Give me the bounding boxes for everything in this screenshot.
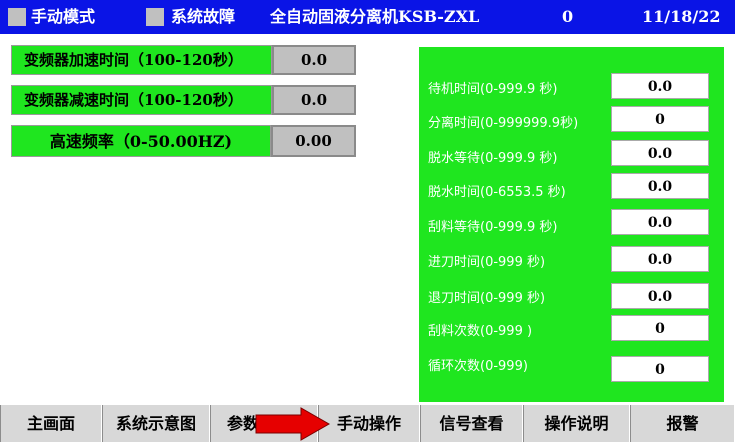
- nav-manual-button[interactable]: 手动操作: [318, 405, 420, 442]
- separation-time-input[interactable]: 0: [611, 106, 709, 132]
- accel-time-value[interactable]: 0.0: [272, 45, 356, 75]
- scrape-wait-input[interactable]: 0.0: [611, 209, 709, 235]
- standby-time-label: 待机时间(0-999.9 秒): [428, 82, 558, 97]
- scrape-count-input[interactable]: 0: [611, 315, 709, 341]
- date-display: 11/18/22: [642, 7, 721, 26]
- feed-time-label: 进刀时间(0-999 秒): [428, 255, 546, 270]
- decel-time-value[interactable]: 0.0: [272, 85, 356, 115]
- scrape-wait-label: 刮料等待(0-999.9 秒): [428, 220, 558, 235]
- dewater-time-input[interactable]: 0.0: [611, 173, 709, 199]
- dewater-wait-label: 脱水等待(0-999.9 秒): [428, 151, 558, 166]
- nav-manual-doc-button[interactable]: 操作说明: [523, 405, 630, 442]
- nav-alarm-button[interactable]: 报警: [630, 405, 735, 442]
- manual-mode-label: 手动模式: [31, 7, 96, 26]
- accel-time-label: 变频器加速时间（100-120秒）: [11, 45, 272, 75]
- red-arrow-icon: [255, 407, 330, 441]
- cycle-count-label: 循环次数(0-999): [428, 359, 528, 374]
- system-fault-label: 系统故障: [171, 7, 236, 26]
- dewater-wait-input[interactable]: 0.0: [611, 140, 709, 166]
- high-speed-freq-label: 高速频率（0-50.00HZ): [11, 125, 271, 157]
- retract-time-label: 退刀时间(0-999 秒): [428, 291, 546, 306]
- system-fault-indicator: [146, 8, 164, 26]
- machine-title: 全自动固液分离机KSB-ZXL: [270, 7, 480, 26]
- high-speed-freq-value[interactable]: 0.00: [271, 125, 356, 157]
- feed-time-input[interactable]: 0.0: [611, 246, 709, 272]
- decel-time-label: 变频器减速时间（100-120秒）: [11, 85, 272, 115]
- nav-main-button[interactable]: 主画面: [0, 405, 102, 442]
- retract-time-input[interactable]: 0.0: [611, 283, 709, 309]
- standby-time-input[interactable]: 0.0: [611, 73, 709, 99]
- cycle-count-input[interactable]: 0: [611, 356, 709, 382]
- manual-mode-indicator: [8, 8, 26, 26]
- dewater-time-label: 脱水时间(0-6553.5 秒): [428, 185, 566, 200]
- nav-diagram-button[interactable]: 系统示意图: [102, 405, 210, 442]
- timer-settings-panel: 待机时间(0-999.9 秒) 0.0 分离时间(0-999999.9秒) 0 …: [419, 47, 724, 402]
- counter-display: 0: [562, 7, 574, 26]
- separation-time-label: 分离时间(0-999999.9秒): [428, 116, 579, 131]
- nav-signals-button[interactable]: 信号查看: [420, 405, 523, 442]
- scrape-count-label: 刮料次数(0-999 ): [428, 324, 533, 339]
